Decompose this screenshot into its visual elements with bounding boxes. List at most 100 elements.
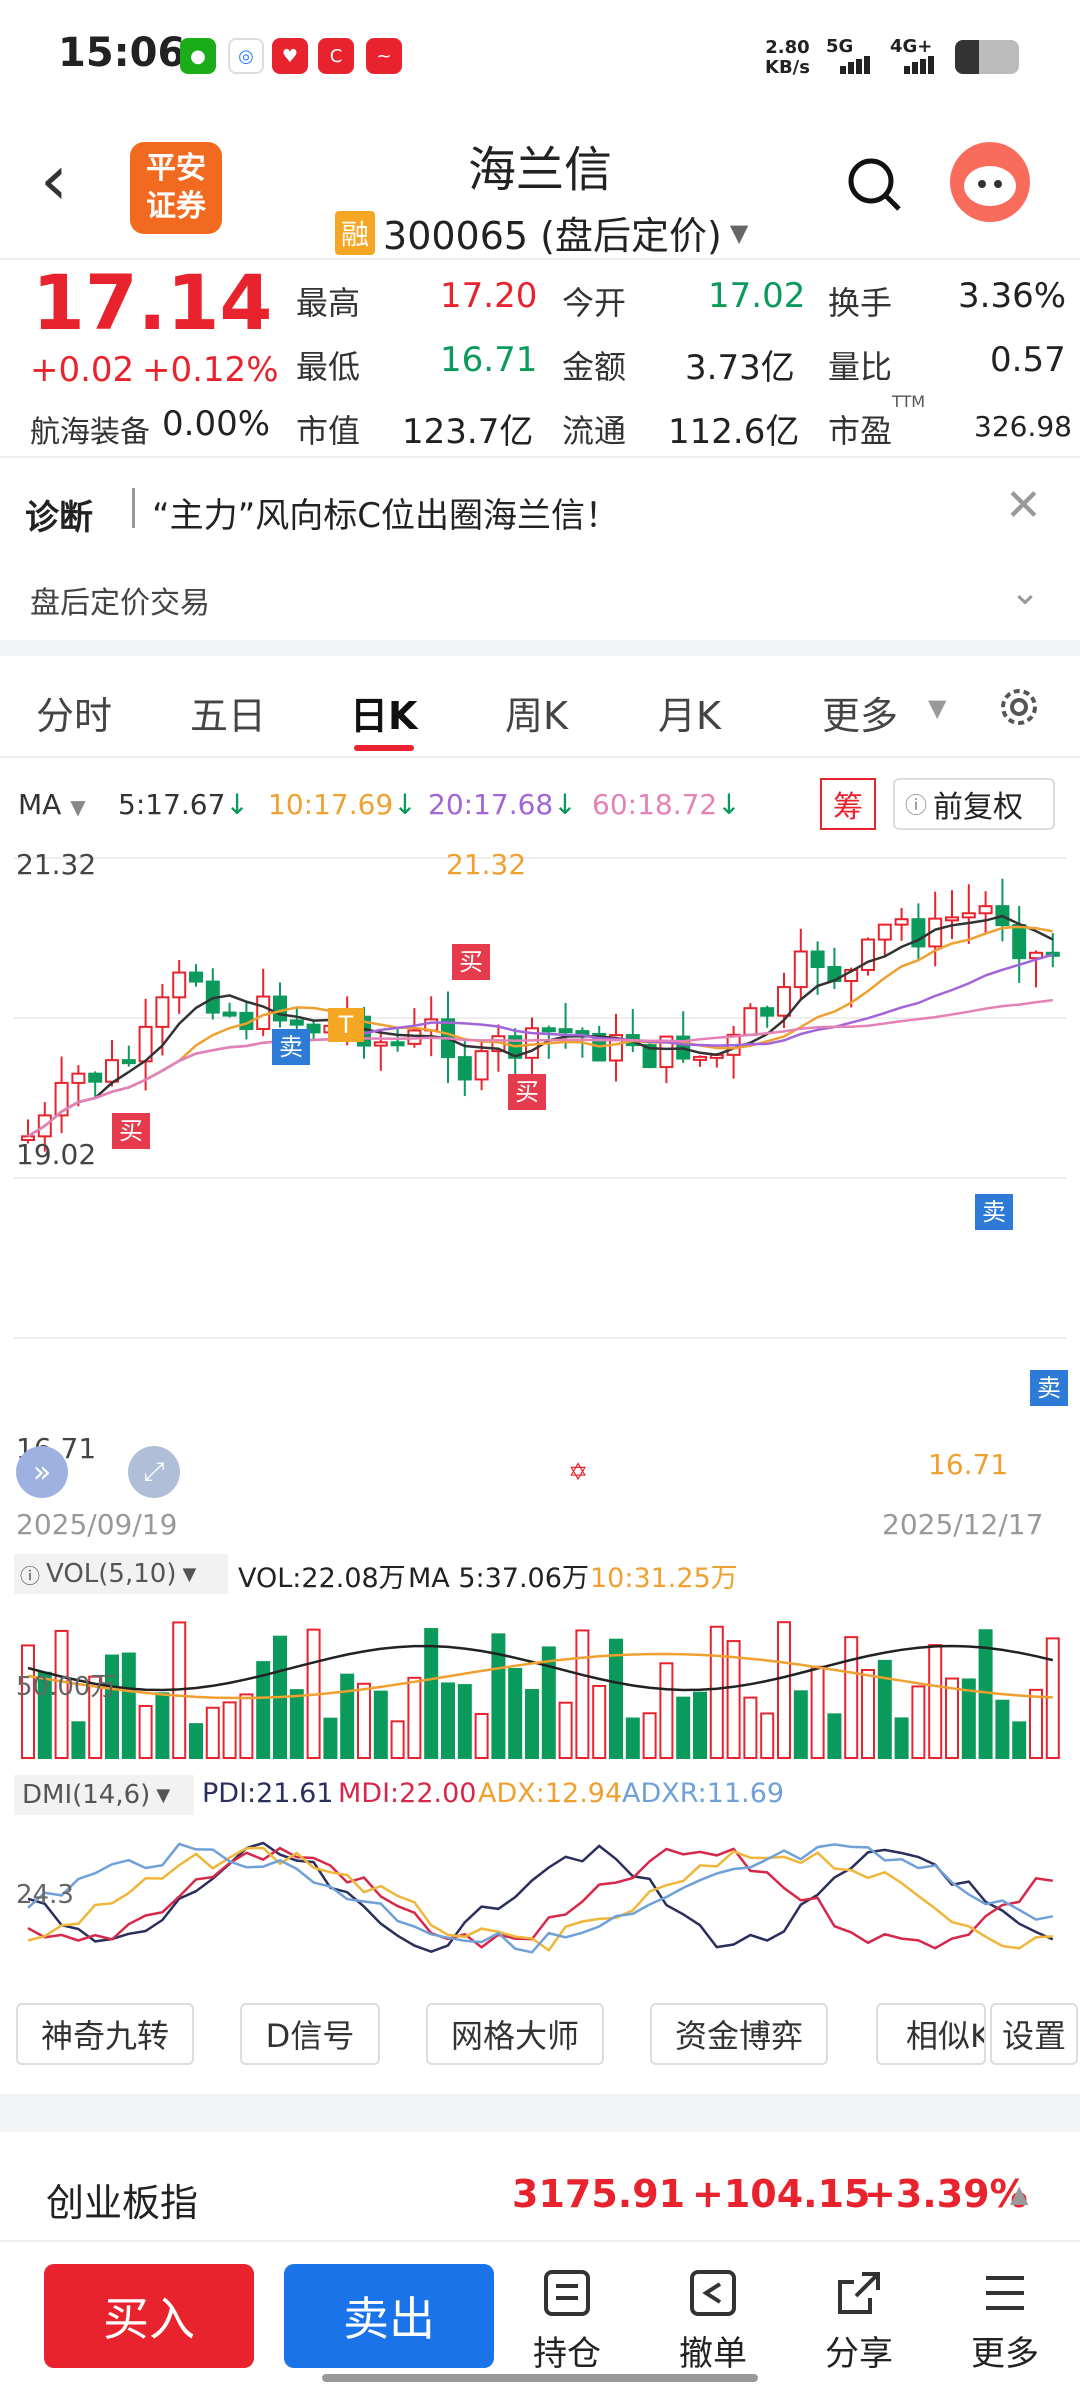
volume-bar <box>760 1712 775 1759</box>
sell-signal[interactable]: 卖 <box>975 1194 1013 1230</box>
candle-body <box>793 950 808 989</box>
tool-capital-game[interactable]: 资金博弈 <box>650 2003 828 2065</box>
fullscreen-icon[interactable]: ⤢ <box>128 1446 180 1498</box>
volume-bar <box>592 1684 607 1759</box>
ma-label[interactable]: MA ▼ <box>18 788 86 821</box>
vol-value: VOL:22.08万 <box>238 1563 406 1594</box>
sell-signal[interactable]: 卖 <box>1030 1370 1068 1406</box>
event-star-icon[interactable]: ✡ <box>568 1458 588 1486</box>
kchart-mid-label: 19.02 <box>16 1138 97 1171</box>
tool-grid-master[interactable]: 网格大师 <box>426 2003 604 2065</box>
candle-body <box>961 912 976 919</box>
volume-bar <box>189 1723 203 1759</box>
gear-icon[interactable] <box>995 683 1043 731</box>
app-notification-icon: ♥ <box>272 38 308 74</box>
expand-up-icon[interactable]: ▲ <box>1010 2180 1028 2208</box>
low-value: 16.71 <box>440 340 538 380</box>
signal-icon <box>826 56 876 74</box>
volume-bar <box>693 1691 707 1759</box>
kchart-start-date: 2025/09/19 <box>16 1508 178 1541</box>
volume-bar <box>709 1625 724 1760</box>
tab-monthly-k[interactable]: 月K <box>658 685 721 740</box>
vol-indicator-select[interactable]: ⓘ VOL(5,10) ▼ <box>14 1554 228 1594</box>
vratio-value: 0.57 <box>990 340 1066 380</box>
status-time: 15:06 <box>58 30 186 76</box>
volume-bar <box>995 1699 1010 1759</box>
stock-code[interactable]: 融 300065 (盘后定价) ▼ <box>335 205 748 260</box>
dmi-chart[interactable] <box>0 1818 1080 1988</box>
buy-signal[interactable]: 买 <box>112 1113 150 1149</box>
tab-daily-k[interactable]: 日K <box>350 685 417 740</box>
expand-left-icon[interactable]: » <box>16 1446 68 1498</box>
chevron-down-icon[interactable]: ⌄ <box>1010 572 1040 613</box>
sell-signal[interactable]: 卖 <box>272 1029 310 1065</box>
hold-button[interactable]: 持仓 <box>530 2268 604 2378</box>
vratio-label: 量比 <box>828 348 893 386</box>
after-hours-label[interactable]: 盘后定价交易 <box>30 578 210 622</box>
volume-bar <box>508 1667 523 1759</box>
volume-bar <box>222 1701 237 1760</box>
hold-label: 持仓 <box>533 2334 601 2374</box>
mcap-value: 123.7亿 <box>402 412 534 452</box>
section-gap <box>0 2094 1080 2132</box>
candle-body <box>945 916 959 922</box>
dmi-indicator-select[interactable]: DMI(14,6) ▼ <box>14 1775 194 1815</box>
candle-body <box>71 1072 86 1084</box>
menu-icon <box>986 2276 1024 2310</box>
undo-icon <box>690 2270 736 2316</box>
index-value: 3175.91 <box>512 2172 686 2216</box>
candle-body <box>474 1050 489 1081</box>
tab-timeshare[interactable]: 分时 <box>36 685 112 740</box>
app-notification-icon: ~ <box>366 38 402 74</box>
volume-bar <box>525 1689 539 1759</box>
tool-d-signal[interactable]: D信号 <box>240 2003 380 2065</box>
current-price: 17.14 <box>32 258 273 347</box>
candle-body <box>189 971 203 983</box>
buy-signal[interactable]: 买 <box>508 1074 546 1110</box>
volume-bar <box>155 1692 170 1759</box>
adjust-mode-button[interactable]: ⓘ 前复权 <box>893 778 1055 830</box>
candle-body <box>88 1072 103 1083</box>
tab-five-day[interactable]: 五日 <box>190 685 266 740</box>
tab-weekly-k[interactable]: 周K <box>505 685 568 740</box>
wechat-icon: ● <box>180 38 216 74</box>
candle-body <box>575 1030 590 1036</box>
buy-button[interactable]: 买入 <box>44 2264 254 2368</box>
share-button[interactable]: 分享 <box>822 2268 896 2378</box>
ma5-value: 5:17.67↓ <box>118 788 249 821</box>
close-icon[interactable]: ✕ <box>1005 480 1042 531</box>
tool-similar-k[interactable]: 相似K <box>876 2003 986 2065</box>
t-signal[interactable]: T <box>328 1008 364 1042</box>
volume-bar <box>323 1717 338 1759</box>
diagnosis-text[interactable]: “主力”风向标C位出圈海兰信！ <box>152 488 619 537</box>
open-value: 17.02 <box>708 276 806 316</box>
kline-chart[interactable] <box>0 840 1080 1540</box>
chip-distribution-button[interactable]: 筹 <box>820 778 876 830</box>
index-change: +104.15 <box>692 2172 871 2216</box>
tool-settings[interactable]: 设置 <box>990 2003 1078 2065</box>
volume-bar <box>1012 1721 1027 1759</box>
sell-button[interactable]: 卖出 <box>284 2264 494 2368</box>
search-icon[interactable] <box>845 155 903 213</box>
tab-more[interactable]: 更多 <box>822 685 898 740</box>
buy-signal[interactable]: 买 <box>452 944 490 980</box>
candle-body <box>222 1011 237 1017</box>
more-button[interactable]: 更多 <box>968 2268 1042 2378</box>
candle-body <box>457 1056 472 1081</box>
sector-pct: 0.00% <box>162 404 271 444</box>
volume-bar <box>289 1689 304 1759</box>
divider <box>0 456 1080 458</box>
dmi-adx: ADX:12.94 <box>478 1778 623 1809</box>
cancel-order-button[interactable]: 撤单 <box>676 2268 750 2378</box>
volume-chart[interactable] <box>0 1598 1080 1768</box>
candle-body <box>693 1055 707 1061</box>
volume-bar <box>945 1677 959 1759</box>
assistant-avatar[interactable] <box>950 142 1030 222</box>
high-value: 17.20 <box>440 276 538 316</box>
app-notification-icon: C <box>318 38 354 74</box>
diagnosis-label: 诊断 <box>25 498 93 538</box>
sector-name[interactable]: 航海装备 <box>30 407 150 451</box>
tool-magic-nine[interactable]: 神奇九转 <box>16 2003 194 2065</box>
volume-bar <box>424 1627 439 1759</box>
index-name[interactable]: 创业板指 <box>46 2172 198 2227</box>
